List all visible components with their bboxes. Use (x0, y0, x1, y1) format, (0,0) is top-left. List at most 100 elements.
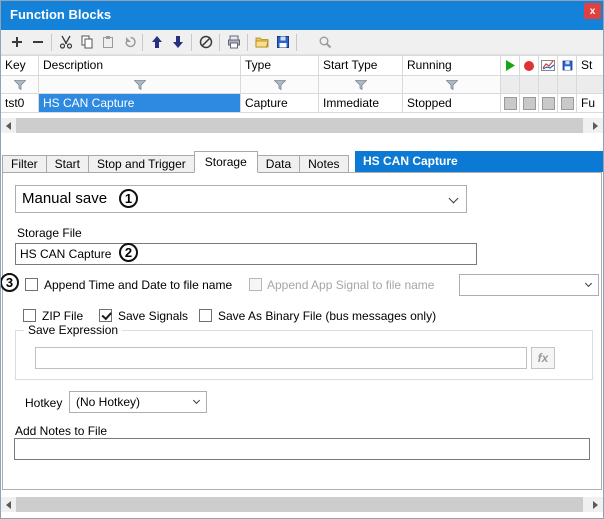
save-mode-combobox[interactable]: Manual save (15, 185, 467, 213)
column-header-stop[interactable] (520, 56, 539, 76)
filter-funnel-icon (446, 80, 458, 90)
scroll-right-button[interactable] (588, 118, 603, 133)
save-as-binary-label[interactable]: Save As Binary File (bus messages only) (218, 309, 436, 323)
tab-stop-and-trigger[interactable]: Stop and Trigger (88, 155, 195, 173)
scrollbar-thumb[interactable] (16, 497, 583, 512)
pane-horizontal-scrollbar[interactable] (1, 497, 603, 512)
tab-data[interactable]: Data (257, 155, 300, 173)
storage-tab-pane: Manual save 1 Storage File 2 3 Append Ti… (2, 172, 602, 490)
chevron-down-icon (585, 280, 592, 287)
tab-notes[interactable]: Notes (299, 155, 348, 173)
close-icon: x (590, 6, 596, 17)
append-app-signal-checkbox[interactable] (249, 278, 262, 291)
table-horizontal-scrollbar[interactable] (1, 118, 603, 133)
chevron-down-icon (449, 194, 459, 204)
scrollbar-thumb[interactable] (16, 118, 583, 133)
tab-filter[interactable]: Filter (2, 155, 47, 173)
graph-cell-button[interactable] (542, 97, 555, 110)
disable-icon (198, 34, 214, 50)
filter-graph-cell (539, 76, 558, 94)
append-signal-combobox[interactable] (459, 274, 599, 296)
stop-cell-button[interactable] (523, 97, 536, 110)
scroll-left-button[interactable] (1, 118, 16, 133)
stop-column-icon (523, 60, 535, 72)
filter-funnel-icon (355, 80, 367, 90)
row-stop-button-cell[interactable] (520, 94, 539, 113)
title-bar[interactable]: Function Blocks x (0, 0, 604, 30)
cut-icon (58, 34, 74, 50)
scroll-left-icon (6, 122, 11, 130)
save-file-button[interactable] (272, 32, 293, 53)
toolbar-separator (219, 34, 220, 51)
tab-storage[interactable]: Storage (194, 151, 258, 173)
filter-type[interactable] (241, 76, 319, 94)
row-key-cell[interactable]: tst0 (1, 94, 39, 113)
move-down-button[interactable] (167, 32, 188, 53)
row-start-button-cell[interactable] (501, 94, 520, 113)
save-expression-input[interactable] (35, 347, 527, 369)
row-partial-cell[interactable]: Fu (577, 94, 603, 113)
print-button[interactable] (223, 32, 244, 53)
remove-button[interactable] (27, 32, 48, 53)
row-start-type-cell[interactable]: Immediate (319, 94, 403, 113)
save-column-icon (561, 59, 574, 72)
save-as-binary-checkbox[interactable] (199, 309, 212, 322)
row-graph-button-cell[interactable] (539, 94, 558, 113)
save-signals-label[interactable]: Save Signals (118, 309, 188, 323)
append-app-signal-label: Append App Signal to file name (267, 278, 434, 292)
fx-icon: fx (538, 351, 549, 365)
column-header-running[interactable]: Running (403, 56, 501, 76)
filter-running[interactable] (403, 76, 501, 94)
close-button[interactable]: x (584, 3, 601, 19)
filter-description[interactable] (39, 76, 241, 94)
save-cell-button[interactable] (561, 97, 574, 110)
tab-start[interactable]: Start (46, 155, 89, 173)
save-expression-label: Save Expression (24, 323, 122, 337)
column-header-type[interactable]: Type (241, 56, 319, 76)
column-header-start[interactable] (501, 56, 520, 76)
toolbar-separator (51, 34, 52, 51)
row-running-cell[interactable]: Stopped (403, 94, 501, 113)
append-time-checkbox[interactable] (25, 278, 38, 291)
column-header-description[interactable]: Description (39, 56, 241, 76)
hotkey-value: (No Hotkey) (76, 395, 140, 409)
zip-file-label[interactable]: ZIP File (42, 309, 83, 323)
toolbar-separator (247, 34, 248, 51)
toolbar (1, 30, 603, 55)
add-button[interactable] (6, 32, 27, 53)
move-up-button[interactable] (146, 32, 167, 53)
open-file-button[interactable] (251, 32, 272, 53)
annotation-circle-3: 3 (0, 273, 19, 292)
hotkey-combobox[interactable]: (No Hotkey) (69, 391, 207, 413)
disable-button[interactable] (195, 32, 216, 53)
add-notes-input[interactable] (14, 438, 590, 460)
tab-bar: Filter Start Stop and Trigger Storage Da… (2, 151, 348, 173)
filter-key[interactable] (1, 76, 39, 94)
column-header-partial[interactable]: St (577, 56, 603, 76)
move-up-icon (149, 34, 165, 50)
filter-start-type[interactable] (319, 76, 403, 94)
toolbar-separator (296, 34, 297, 51)
column-header-graph[interactable] (539, 56, 558, 76)
cut-button[interactable] (55, 32, 76, 53)
scroll-left-button[interactable] (1, 497, 16, 512)
copy-button[interactable] (76, 32, 97, 53)
column-header-save[interactable] (558, 56, 577, 76)
start-cell-button[interactable] (504, 97, 517, 110)
scroll-right-button[interactable] (588, 497, 603, 512)
storage-file-input[interactable] (15, 243, 477, 265)
save-signals-checkbox[interactable] (99, 309, 112, 322)
move-down-icon (170, 34, 186, 50)
column-header-start-type[interactable]: Start Type (319, 56, 403, 76)
column-header-key[interactable]: Key (1, 56, 39, 76)
zip-file-checkbox[interactable] (23, 309, 36, 322)
row-save-button-cell[interactable] (558, 94, 577, 113)
open-folder-icon (254, 34, 270, 50)
undo-button[interactable] (118, 32, 139, 53)
row-description-cell[interactable]: HS CAN Capture (39, 94, 241, 113)
zoom-button[interactable] (314, 32, 335, 53)
append-time-label[interactable]: Append Time and Date to file name (44, 278, 232, 292)
paste-button[interactable] (97, 32, 118, 53)
row-type-cell[interactable]: Capture (241, 94, 319, 113)
expression-editor-button[interactable]: fx (531, 347, 555, 369)
